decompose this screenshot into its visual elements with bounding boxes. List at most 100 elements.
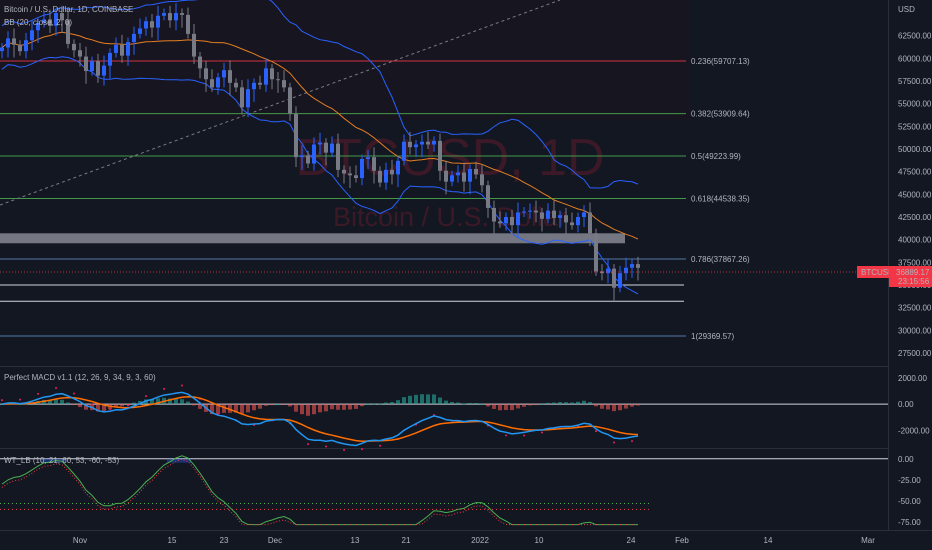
macd-dot [325, 445, 327, 448]
macd-dot [181, 384, 183, 387]
candle-body [96, 61, 100, 76]
macd-legend[interactable]: Perfect MACD v1.1 (12, 26, 9, 34, 9, 3, … [4, 373, 156, 382]
macd-histogram-bar [540, 404, 544, 406]
macd-histogram-bar [438, 397, 442, 405]
macd-histogram-bar [618, 404, 622, 411]
macd-dot [361, 448, 363, 451]
time-tick-label: 10 [535, 536, 544, 545]
bb-legend[interactable]: BB (20, close, 2, 0) [4, 18, 72, 27]
wt-tick-label: -75.00 [898, 518, 921, 527]
candle-body [516, 212, 520, 226]
candle-body [288, 87, 292, 114]
candle-body [264, 68, 268, 85]
macd-dot [631, 440, 633, 443]
candle-body [384, 169, 388, 183]
time-axis[interactable]: Nov 15 23 Dec 13 21 2022 10 24 Feb 14 Mar [73, 536, 875, 545]
candle-body [450, 175, 454, 182]
wt-tick-label: -50.00 [898, 497, 921, 506]
candle-body [378, 170, 382, 183]
wt-legend[interactable]: WT_LB (10, 21, 60, 53, -60, -53) [4, 456, 120, 465]
candle-body [510, 216, 514, 226]
macd-axis[interactable]: 2000.00 0.00 -2000.00 [898, 374, 930, 435]
macd-histogram-bar [312, 404, 316, 415]
macd-histogram-bar [606, 404, 610, 410]
macd-histogram-bar [450, 401, 454, 405]
wt-tick-label: -25.00 [898, 476, 921, 485]
macd-histogram-bar [192, 404, 196, 406]
macd-dot [163, 387, 165, 390]
candle-body [390, 169, 394, 175]
macd-tick-label: 2000.00 [898, 374, 927, 383]
candle-body [282, 80, 286, 88]
macd-histogram-bar [444, 400, 448, 405]
macd-histogram-bar [132, 402, 136, 405]
candle-body [486, 185, 490, 208]
macd-histogram-bar [420, 394, 424, 405]
candle-body [348, 173, 352, 176]
candle-body [588, 212, 592, 234]
macd-histogram-bar [264, 404, 268, 406]
candle-body [90, 61, 94, 72]
macd-histogram-bar [408, 395, 412, 405]
candle-body [246, 89, 250, 108]
candle-body [546, 210, 550, 219]
resistance-zone[interactable] [0, 233, 625, 244]
macd-histogram-bar [282, 404, 286, 406]
macd-histogram-bar [360, 404, 364, 407]
macd-dot [613, 441, 615, 444]
candle-body [228, 70, 232, 83]
candle-body [192, 33, 196, 57]
wt-pane-background [0, 449, 888, 530]
macd-dot [73, 392, 75, 395]
fib-level-label: 0.382(53909.64) [691, 110, 750, 119]
candle-body [114, 44, 118, 53]
candle-body [576, 216, 580, 226]
macd-dot [307, 443, 309, 446]
trading-chart[interactable]: BTCUSD, 1D Bitcoin / U.S. Dollar 0.236(5… [0, 0, 932, 550]
macd-histogram-bar [342, 404, 346, 410]
symbol-legend[interactable]: Bitcoin / U.S. Dollar, 1D, COINBASE [4, 5, 133, 14]
macd-histogram-bar [612, 404, 616, 412]
candle-body [138, 28, 142, 34]
candle-body [204, 68, 208, 80]
candle-body [252, 82, 256, 90]
wt-axis[interactable]: 0.00 -25.00 -50.00 -75.00 [898, 455, 921, 527]
candle-body [30, 30, 34, 41]
price-axis[interactable]: 62500.00 60000.00 57500.00 55000.00 52500.00… [898, 32, 932, 358]
candle-body [504, 216, 508, 224]
candle-body [330, 143, 334, 153]
candle-body [354, 175, 358, 179]
time-tick-label: Dec [268, 536, 282, 545]
candle-body [552, 210, 556, 218]
candle-body [522, 211, 526, 213]
price-tick-label: 57500.00 [898, 77, 932, 86]
fib-level-label: 0.618(44538.35) [691, 195, 750, 204]
candle-body [12, 38, 16, 45]
macd-histogram-bar [288, 404, 292, 407]
candle-body [258, 82, 262, 85]
macd-histogram-bar [60, 399, 64, 405]
candle-body [558, 215, 562, 218]
macd-histogram-bar [462, 403, 466, 405]
macd-histogram-bar [630, 404, 634, 407]
price-tick-label: 30000.00 [898, 326, 932, 335]
candle-body [84, 56, 88, 72]
candle-body [222, 70, 226, 78]
candle-body [300, 155, 304, 158]
candle-body [636, 264, 640, 268]
macd-histogram-bar [294, 404, 298, 412]
macd-histogram-bar [582, 400, 586, 405]
candle-body [108, 52, 112, 66]
candle-body [324, 142, 328, 153]
candle-body [420, 141, 424, 145]
fib-level-label: 1(29369.57) [691, 332, 734, 341]
macd-histogram-bar [348, 404, 352, 410]
macd-histogram-bar [456, 402, 460, 405]
macd-histogram-bar [186, 401, 190, 405]
candle-body [336, 143, 340, 170]
price-tick-label: 62500.00 [898, 32, 932, 41]
macd-histogram-bar [600, 404, 604, 409]
macd-histogram-bar [258, 404, 262, 409]
macd-dot [523, 434, 525, 437]
fib-level-label: 0.786(37867.26) [691, 255, 750, 264]
